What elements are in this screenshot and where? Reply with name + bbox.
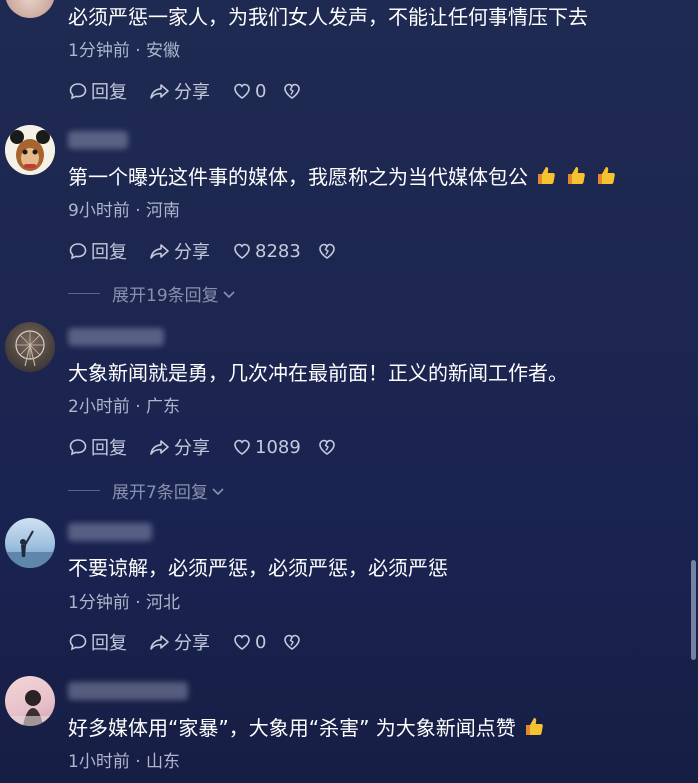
comment-time: 2小时前	[68, 397, 130, 417]
comment-text-body: 好多媒体用“家暴”，大象用“杀害” 为大象新闻点赞	[68, 716, 516, 740]
share-button[interactable]: 分享	[149, 629, 210, 655]
broken-heart-icon	[319, 439, 335, 455]
reply-button[interactable]: 回复	[68, 78, 127, 104]
avatar[interactable]	[5, 518, 55, 568]
comment-meta: 1分钟前 · 河北	[68, 593, 181, 613]
share-button[interactable]: 分享	[149, 78, 210, 104]
reply-label: 回复	[91, 633, 127, 654]
share-button[interactable]: 分享	[149, 434, 210, 460]
comment-text: 必须严惩一家人，为我们女人发声，不能让任何事情压下去	[68, 5, 588, 29]
heart-icon	[234, 243, 250, 259]
ferris-wheel-icon	[15, 330, 45, 367]
reply-label: 回复	[91, 82, 127, 103]
dislike-button[interactable]	[282, 632, 305, 652]
username-redacted	[68, 328, 164, 346]
heart-icon	[234, 634, 250, 650]
comment-location: 广东	[146, 397, 181, 417]
expand-replies-label: 展开19条回复	[112, 286, 219, 306]
broken-heart-icon	[284, 83, 301, 99]
avatar[interactable]	[5, 676, 55, 726]
comment-meta: 1小时前 · 山东	[68, 752, 181, 772]
username-redacted	[68, 131, 128, 149]
comment-location: 安徽	[146, 41, 181, 61]
comment-location: 山东	[146, 752, 181, 772]
reply-button[interactable]: 回复	[68, 238, 127, 264]
like-button[interactable]: 1089	[232, 437, 301, 458]
share-label: 分享	[174, 438, 210, 459]
comment-actions: 回复 分享 0	[68, 79, 327, 103]
reply-label: 回复	[91, 242, 127, 263]
comment-bubble-icon	[69, 243, 87, 260]
thumbs-up-icon	[534, 163, 558, 193]
comment-location: 河北	[146, 593, 181, 613]
comment-actions: 回复 分享 8283	[68, 239, 362, 263]
comment-bubble-icon	[69, 439, 87, 456]
scrollbar[interactable]	[691, 560, 696, 660]
thumbs-up-icon	[522, 714, 546, 744]
expand-replies-button[interactable]: 展开19条回复	[68, 281, 237, 306]
comment-text: 大象新闻就是勇，几次冲在最前面！正义的新闻工作者。	[68, 361, 568, 385]
comment-time: 1分钟前	[68, 41, 130, 61]
person-silhouette-icon	[5, 530, 55, 568]
comment-meta: 9小时前 · 河南	[68, 201, 181, 221]
comment-text: 不要谅解，必须严惩，必须严惩，必须严惩	[68, 556, 448, 580]
like-count: 0	[255, 631, 267, 653]
share-arrow-icon	[150, 84, 169, 99]
reply-button[interactable]: 回复	[68, 629, 127, 655]
comment-text: 第一个曝光这件事的媒体，我愿称之为当代媒体包公	[68, 163, 618, 193]
heart-icon	[234, 439, 250, 455]
dislike-button[interactable]	[317, 437, 340, 457]
username-redacted	[68, 682, 188, 700]
share-arrow-icon	[150, 635, 169, 650]
comment-meta: 2小时前 · 广东	[68, 397, 181, 417]
broken-heart-icon	[284, 634, 301, 650]
reply-button[interactable]: 回复	[68, 434, 127, 460]
comment-text-body: 第一个曝光这件事的媒体，我愿称之为当代媒体包公	[68, 165, 528, 189]
person-photo-icon	[5, 690, 55, 726]
expand-replies-button[interactable]: 展开7条回复	[68, 478, 226, 503]
comment-time: 1小时前	[68, 752, 130, 772]
like-count: 1089	[255, 436, 301, 458]
comment-actions: 回复 分享 1089	[68, 435, 362, 459]
divider	[68, 490, 100, 491]
comment-time: 9小时前	[68, 201, 130, 221]
divider	[68, 293, 100, 294]
share-button[interactable]: 分享	[149, 238, 210, 264]
comment-location: 河南	[146, 201, 181, 221]
reply-label: 回复	[91, 438, 127, 459]
share-arrow-icon	[150, 440, 169, 455]
share-label: 分享	[174, 82, 210, 103]
heart-icon	[234, 83, 250, 99]
share-label: 分享	[174, 242, 210, 263]
like-button[interactable]: 0	[232, 632, 266, 653]
username-redacted	[68, 523, 152, 541]
avatar[interactable]	[5, 0, 55, 18]
like-count: 0	[255, 80, 267, 102]
like-button[interactable]: 8283	[232, 241, 301, 262]
chevron-down-icon	[212, 487, 224, 495]
broken-heart-icon	[319, 243, 335, 259]
thumbs-up-icon	[594, 163, 618, 193]
dislike-button[interactable]	[317, 241, 340, 261]
chevron-down-icon	[223, 290, 235, 298]
cartoon-avatar-icon	[5, 125, 55, 175]
comment-time: 1分钟前	[68, 593, 130, 613]
comment-actions: 回复 分享 0	[68, 630, 327, 654]
comment-text: 好多媒体用“家暴”，大象用“杀害” 为大象新闻点赞	[68, 714, 546, 744]
share-arrow-icon	[150, 244, 169, 259]
comment-meta: 1分钟前 · 安徽	[68, 41, 181, 61]
comment-bubble-icon	[69, 634, 87, 651]
expand-replies-label: 展开7条回复	[112, 483, 208, 503]
comment-bubble-icon	[69, 83, 87, 100]
like-button[interactable]: 0	[232, 81, 266, 102]
like-count: 8283	[255, 240, 301, 262]
avatar[interactable]	[5, 125, 55, 175]
thumbs-up-icon	[564, 163, 588, 193]
avatar[interactable]	[5, 322, 55, 372]
share-label: 分享	[174, 633, 210, 654]
dislike-button[interactable]	[282, 81, 305, 101]
